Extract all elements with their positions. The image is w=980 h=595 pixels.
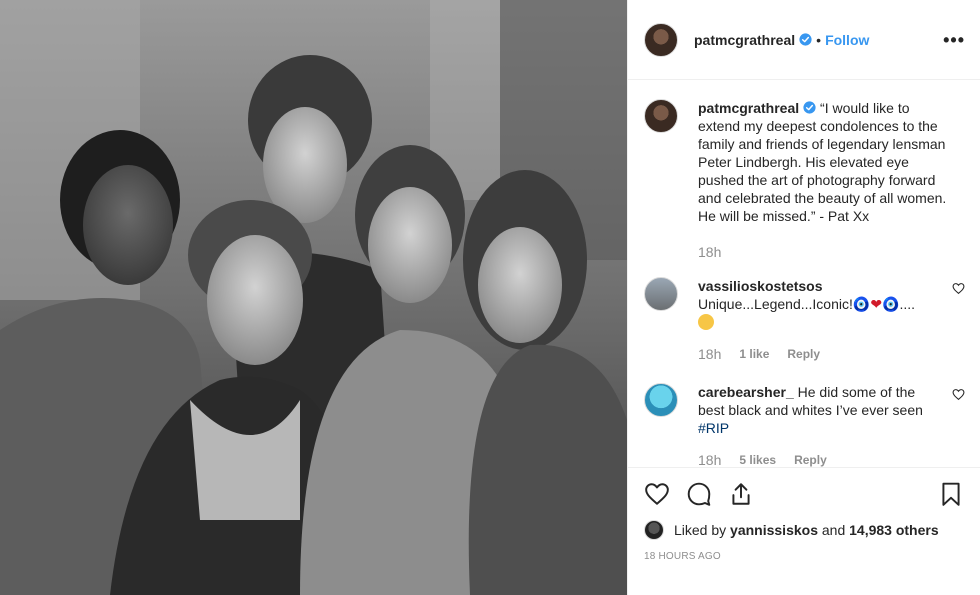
reply-button[interactable]: Reply	[787, 345, 820, 363]
author-avatar[interactable]	[644, 22, 678, 57]
comment-time[interactable]: 18h	[698, 345, 721, 363]
hashtag-link[interactable]: #RIP	[698, 420, 729, 436]
post-photo[interactable]	[0, 0, 627, 595]
liked-others-link[interactable]: 14,983 others	[849, 522, 939, 538]
nazar-emoji: 🧿	[882, 296, 900, 312]
heart-emoji: ❤	[870, 296, 883, 312]
comment-text: Unique...Legend...Iconic!	[698, 296, 853, 312]
post-details-panel: patmcgrathreal • Follow ••• patmcgrathre…	[627, 0, 980, 595]
share-icon[interactable]	[728, 481, 754, 507]
comments-list[interactable]: patmcgrathreal “I would like to extend m…	[628, 81, 980, 467]
heart-icon[interactable]	[644, 481, 670, 507]
comment-likes[interactable]: 5 likes	[739, 451, 776, 467]
comment-item: carebearsher_ He did some of the best bl…	[644, 383, 965, 467]
post-header: patmcgrathreal • Follow •••	[628, 0, 980, 80]
liked-and: and	[821, 522, 846, 538]
comment-likes[interactable]: 1 like	[739, 345, 769, 363]
comment-username[interactable]: carebearsher_	[698, 384, 794, 400]
post-timestamp[interactable]: 18 HOURS AGO	[644, 551, 721, 562]
likes-summary: Liked by yannissiskos and 14,983 others	[644, 520, 939, 540]
comment-username[interactable]: vassilioskostetsos	[698, 277, 933, 295]
caption-avatar[interactable]	[644, 99, 678, 133]
reply-button[interactable]: Reply	[794, 451, 827, 467]
comment-bubble-icon[interactable]	[686, 481, 712, 507]
caption-username[interactable]: patmcgrathreal	[698, 100, 799, 116]
verified-badge-icon	[799, 33, 812, 46]
verified-badge-icon	[803, 101, 816, 114]
more-options-button[interactable]: •••	[943, 30, 965, 51]
small-heart-icon[interactable]	[952, 388, 965, 401]
caption-time[interactable]: 18h	[698, 243, 721, 261]
post-actions: Liked by yannissiskos and 14,983 others …	[628, 467, 980, 595]
commenter-avatar[interactable]	[644, 383, 678, 417]
author-username[interactable]: patmcgrathreal	[694, 32, 795, 48]
separator-dot: •	[816, 31, 822, 48]
comment-text-tail: ....	[899, 296, 916, 312]
commenter-avatar[interactable]	[644, 277, 678, 311]
nazar-emoji: 🧿	[852, 296, 871, 312]
comment-item: vassilioskostetsos Unique...Legend...Ico…	[644, 277, 965, 363]
follow-button[interactable]: Follow	[825, 32, 869, 48]
sad-face-emoji	[698, 314, 714, 330]
bookmark-icon[interactable]	[938, 481, 964, 507]
comment-time[interactable]: 18h	[698, 451, 721, 467]
liked-prefix: Liked by	[674, 522, 727, 538]
small-heart-icon[interactable]	[952, 282, 965, 295]
caption: patmcgrathreal “I would like to extend m…	[644, 99, 965, 261]
liker-avatar[interactable]	[644, 520, 664, 540]
caption-text: “I would like to extend my deepest condo…	[698, 100, 947, 224]
liker-username[interactable]: yannissiskos	[730, 522, 818, 538]
